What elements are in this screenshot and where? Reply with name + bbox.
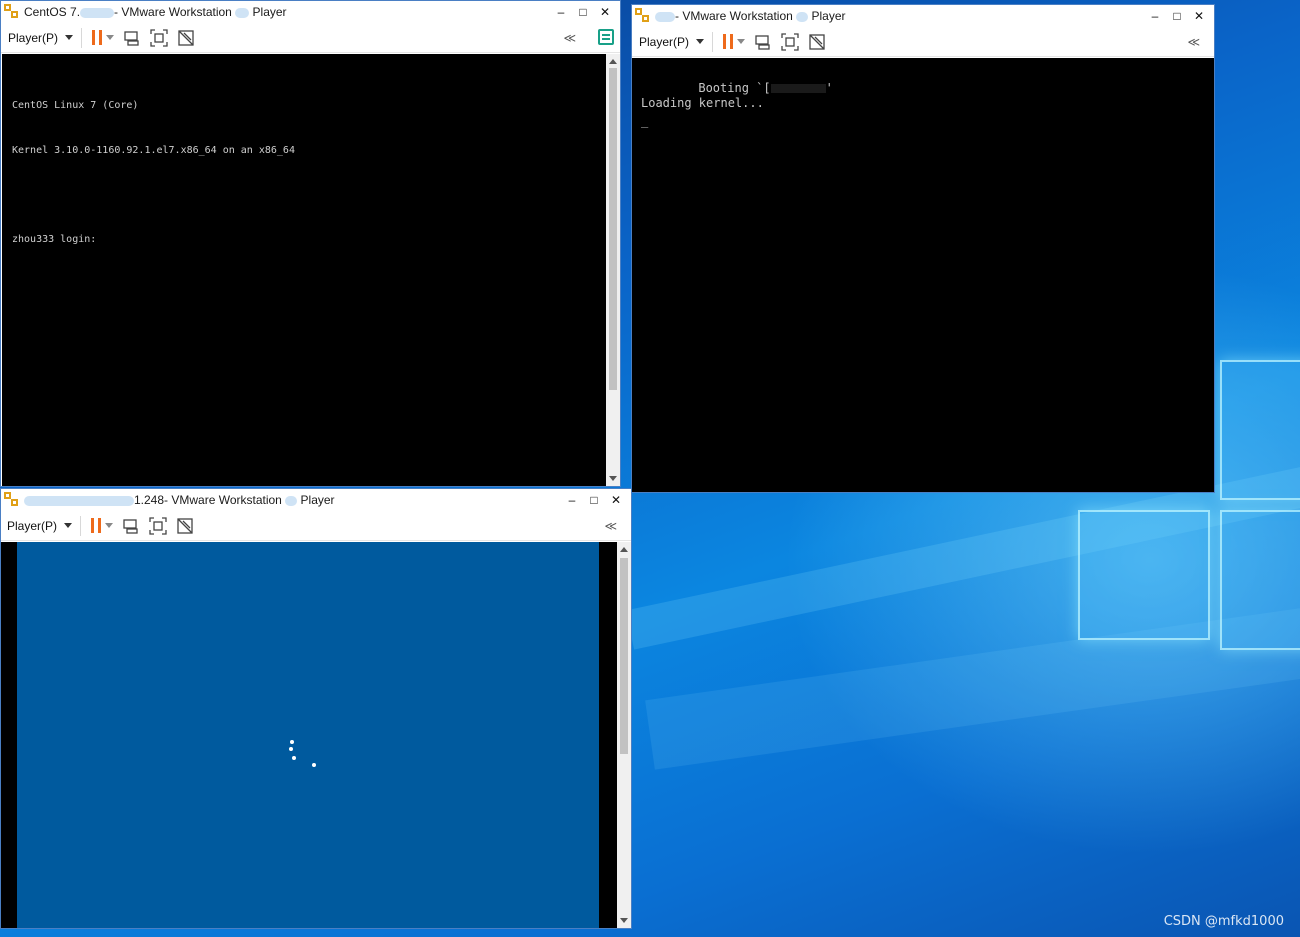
notes-icon[interactable] (598, 29, 614, 45)
pause-icon[interactable] (92, 30, 103, 45)
title-bar[interactable]: 1.248- VMware Workstation Player – □ ✕ (1, 489, 631, 511)
chevron-down-icon[interactable] (106, 35, 115, 40)
minimize-button[interactable]: – (1144, 5, 1166, 27)
loading-spinner-dot (290, 740, 294, 744)
console-line: Kernel 3.10.0-1160.92.1.el7.x86_64 on an… (12, 145, 295, 156)
scrollbar-thumb[interactable] (620, 558, 628, 754)
vmware-icon (4, 492, 20, 508)
chevron-down-icon (64, 523, 73, 528)
windows-logo-pane (1220, 510, 1300, 650)
unity-icon[interactable] (177, 29, 195, 47)
window-title: 1.248- VMware Workstation Player (24, 493, 335, 507)
player-menu[interactable]: Player(P) (7, 519, 73, 533)
collapse-toolbar-button[interactable]: ≪ (604, 519, 617, 533)
close-button[interactable]: ✕ (605, 489, 627, 511)
chevron-down-icon[interactable] (737, 39, 746, 44)
toolbar: Player(P) ≪ (1, 511, 631, 541)
maximize-button[interactable]: □ (1166, 5, 1188, 27)
window-title: - VMware Workstation Player (655, 9, 846, 23)
pause-icon[interactable] (723, 34, 734, 49)
console-output: CentOS Linux 7 (Core) Kernel 3.10.0-1160… (12, 68, 295, 277)
loading-spinner-dot (292, 756, 296, 760)
toolbar-separator (81, 27, 83, 48)
title-bar[interactable]: CentOS 7. - VMware Workstation Player – □… (1, 1, 620, 23)
minimize-button[interactable]: – (550, 1, 572, 23)
chevron-down-icon (696, 39, 705, 44)
loading-spinner-dot (312, 763, 316, 767)
windows-logo-pane (1078, 510, 1210, 640)
send-ctrl-alt-del-icon[interactable] (123, 29, 141, 47)
console-line: zhou333 login: (12, 234, 97, 245)
maximize-button[interactable]: □ (572, 1, 594, 23)
collapse-toolbar-button[interactable]: ≪ (563, 31, 576, 45)
vertical-scrollbar[interactable] (606, 54, 620, 486)
toolbar: Player(P) ≪ (632, 27, 1214, 57)
maximize-button[interactable]: □ (583, 489, 605, 511)
close-button[interactable]: ✕ (1188, 5, 1210, 27)
vm-console-screen[interactable]: Booting `[' Loading kernel... _ (632, 58, 1214, 492)
windows-boot-screen (17, 542, 599, 928)
unity-icon[interactable] (808, 33, 826, 51)
toolbar-separator (80, 515, 82, 536)
scrollbar-thumb[interactable] (609, 68, 617, 390)
vmware-icon (4, 4, 20, 20)
toolbar-separator (712, 31, 714, 52)
scroll-up-icon[interactable] (609, 59, 617, 64)
vmware-icon (635, 8, 651, 24)
fullscreen-icon[interactable] (781, 32, 799, 51)
pause-icon[interactable] (91, 518, 102, 533)
unity-icon[interactable] (176, 517, 194, 535)
fullscreen-icon[interactable] (149, 516, 167, 535)
send-ctrl-alt-del-icon[interactable] (754, 33, 772, 51)
scroll-up-icon[interactable] (620, 547, 628, 552)
chevron-down-icon (65, 35, 74, 40)
vm-console-screen[interactable] (1, 542, 617, 928)
windows-vm-window[interactable]: 1.248- VMware Workstation Player – □ ✕ P… (0, 488, 632, 929)
console-cursor: _ (641, 114, 649, 128)
scroll-down-icon[interactable] (620, 918, 628, 923)
scroll-down-icon[interactable] (609, 476, 617, 481)
console-line: CentOS Linux 7 (Core) (12, 100, 139, 111)
vertical-scrollbar[interactable] (617, 542, 631, 928)
window-title: CentOS 7. - VMware Workstation Player (24, 5, 287, 19)
vm-console-screen[interactable]: CentOS Linux 7 (Core) Kernel 3.10.0-1160… (2, 54, 606, 486)
collapse-toolbar-button[interactable]: ≪ (1187, 35, 1200, 49)
windows-logo-pane (1220, 360, 1300, 500)
player-menu[interactable]: Player(P) (639, 35, 705, 49)
toolbar: Player(P) ≪ (1, 23, 620, 53)
booting-vm-window[interactable]: - VMware Workstation Player – □ ✕ Player… (631, 4, 1215, 493)
player-menu[interactable]: Player(P) (8, 31, 74, 45)
loading-spinner-dot (289, 747, 293, 751)
minimize-button[interactable]: – (561, 489, 583, 511)
send-ctrl-alt-del-icon[interactable] (122, 517, 140, 535)
chevron-down-icon[interactable] (105, 523, 114, 528)
close-button[interactable]: ✕ (594, 1, 616, 23)
centos-vm-window[interactable]: CentOS 7. - VMware Workstation Player – □… (0, 0, 621, 487)
loading-line: Loading kernel... (641, 96, 764, 110)
title-bar[interactable]: - VMware Workstation Player – □ ✕ (632, 5, 1214, 27)
redacted-text (770, 84, 826, 93)
fullscreen-icon[interactable] (150, 28, 168, 47)
watermark: CSDN @mfkd1000 (1163, 914, 1284, 929)
